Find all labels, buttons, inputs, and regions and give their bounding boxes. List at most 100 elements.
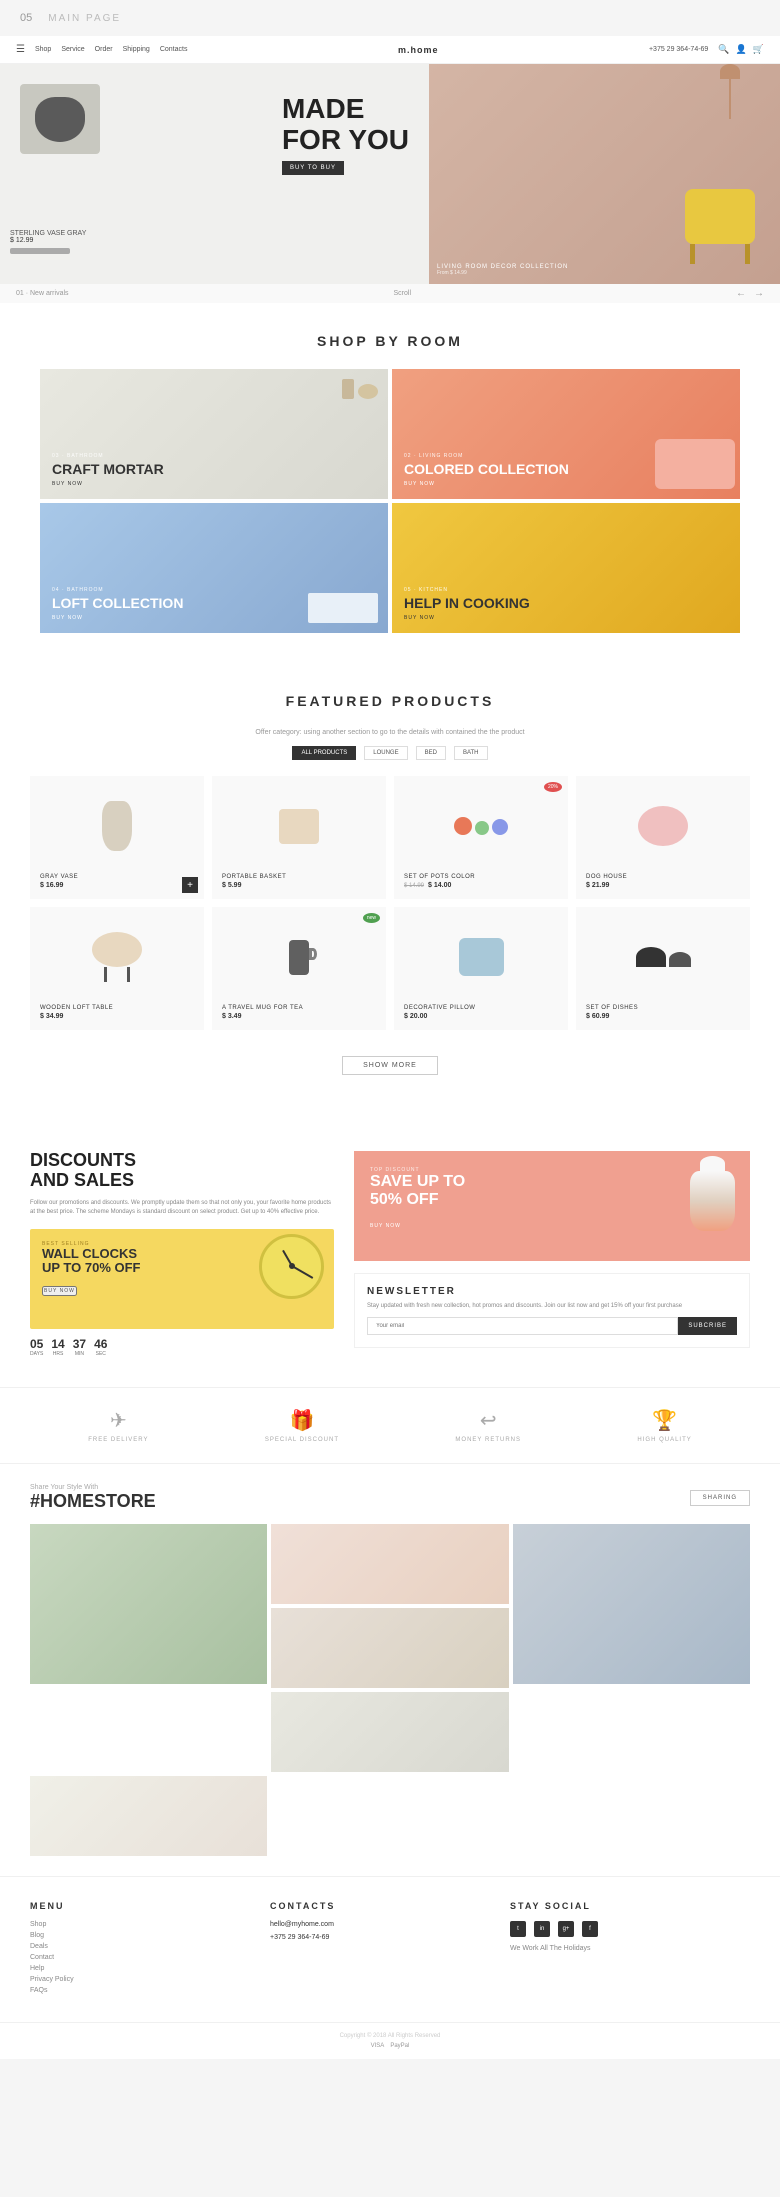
products-grid-row1: GRAY VASE $ 16.99 + PORTABLE BASKET $ 5.…	[30, 776, 750, 899]
show-more-button[interactable]: SHOW MORE	[342, 1056, 438, 1075]
navbar: ☰ Shop Service Order Shipping Contacts m…	[0, 36, 780, 64]
featured-tabs: ALL PRODUCTS LOUNGE BED BATH	[30, 746, 750, 760]
site-wrapper: ☰ Shop Service Order Shipping Contacts m…	[0, 36, 780, 2059]
footer-social: STAY SOCIAL t in g+ f We Work All The Ho…	[510, 1901, 750, 1998]
hamburger-icon[interactable]: ☰	[16, 44, 25, 55]
room-cta-cooking[interactable]: BUY NOW	[404, 615, 728, 621]
bowl-small	[669, 952, 691, 967]
footer-link-faqs[interactable]: FAQs	[30, 1987, 270, 1994]
footer-link-privacy[interactable]: Privacy Policy	[30, 1976, 270, 1983]
loft-table-deco	[308, 593, 378, 623]
chair-body	[685, 189, 755, 244]
room-card-colored[interactable]: 02 · Living Room COLORED COLLECTION BUY …	[392, 369, 740, 499]
hero-title: MADE FOR YOU	[282, 94, 409, 156]
search-icon[interactable]: 🔍	[718, 44, 729, 55]
facebook-icon[interactable]: f	[582, 1921, 598, 1937]
new-badge-mug: new	[363, 913, 380, 923]
payment-icons: VISA PayPal	[10, 2043, 770, 2049]
footer-link-shop[interactable]: Shop	[30, 1921, 270, 1928]
product-price-pillow: $ 20.00	[404, 1013, 558, 1020]
table-top	[92, 932, 142, 967]
add-to-cart-vase[interactable]: +	[182, 877, 198, 893]
newsletter-submit-button[interactable]: SUBCRIBE	[678, 1317, 737, 1335]
room-card-cooking[interactable]: 05 · Kitchen HELP IN COOKING BUY NOW	[392, 503, 740, 633]
account-icon[interactable]: 👤	[736, 44, 747, 55]
footer-link-deals[interactable]: Deals	[30, 1943, 270, 1950]
save-cta-button[interactable]: BUY NOW	[370, 1223, 401, 1229]
newsletter-input[interactable]	[367, 1317, 678, 1335]
nav-logo[interactable]: m.home	[398, 45, 439, 55]
pillow-shape	[459, 938, 504, 976]
features-bar: ✈ FREE DELIVERY 🎁 SPECIAL DISCOUNT ↩ MON…	[0, 1387, 780, 1464]
mug-group	[289, 940, 309, 975]
slider-scroll: Scroll	[394, 290, 412, 297]
hero-product-image	[20, 84, 100, 154]
room-title-craft: CRAFT MORTAR	[52, 462, 376, 477]
clock-hand-minute	[291, 1265, 313, 1279]
pot3	[492, 819, 508, 835]
paypal-icon: PayPal	[390, 2043, 409, 2049]
countdown-label-min: MIN	[75, 1351, 84, 1357]
cart-icon[interactable]: 🛒	[753, 44, 764, 55]
craft-vase-deco	[342, 379, 354, 399]
hero-chair	[670, 174, 770, 264]
discount-text: Follow our promotions and discounts. We …	[30, 1199, 334, 1217]
tab-lounge[interactable]: LOUNGE	[364, 746, 407, 760]
footer-link-blog[interactable]: Blog	[30, 1932, 270, 1939]
footer-link-help[interactable]: Help	[30, 1965, 270, 1972]
next-arrow[interactable]: →	[754, 288, 764, 299]
nav-link-shipping[interactable]: Shipping	[123, 46, 150, 53]
product-image-mug	[222, 917, 376, 997]
delivery-label: FREE DELIVERY	[88, 1437, 148, 1443]
product-card-pillow: DECORATIVE PILLOW $ 20.00	[394, 907, 568, 1030]
instagram-icon[interactable]: in	[534, 1921, 550, 1937]
pots-shape	[454, 817, 508, 835]
product-price-dogbed: $ 21.99	[586, 882, 740, 889]
product-card-basket: PORTABLE BASKET $ 5.99	[212, 776, 386, 899]
hero-cta-button[interactable]: BUY TO BUY	[282, 161, 344, 175]
dinnerware-shape	[636, 947, 691, 967]
tab-bed[interactable]: BED	[416, 746, 446, 760]
hero-lamp	[720, 64, 740, 119]
tab-all-products[interactable]: ALL PRODUCTS	[292, 746, 356, 760]
google-plus-icon[interactable]: g+	[558, 1921, 574, 1937]
basket-shape	[279, 809, 319, 844]
photo5	[271, 1692, 508, 1772]
nav-link-order[interactable]: Order	[95, 46, 113, 53]
nav-link-shop[interactable]: Shop	[35, 46, 51, 53]
wall-clock-cta-button[interactable]: BUY NOW	[42, 1286, 77, 1296]
hero-right-caption: LIVING ROOM DECOR COLLECTION From $ 14.9…	[437, 264, 568, 276]
footer-email: hello@myhome.com	[270, 1921, 510, 1928]
footer-link-contact[interactable]: Contact	[30, 1954, 270, 1961]
footer: MENU Shop Blog Deals Contact Help Privac…	[0, 1876, 780, 2022]
photo4	[513, 1524, 750, 1684]
room-cta-craft[interactable]: BUY NOW	[52, 481, 376, 487]
prev-arrow[interactable]: ←	[736, 288, 746, 299]
nav-link-service[interactable]: Service	[61, 46, 84, 53]
slider-arrows: ← →	[736, 288, 764, 299]
feature-returns: ↩ MONEY RETURNS	[455, 1408, 521, 1443]
twitter-icon[interactable]: t	[510, 1921, 526, 1937]
footer-phone: +375 29 364-74-69	[270, 1934, 510, 1941]
featured-section: FEATURED PRODUCTS Offer category: using …	[0, 663, 780, 1121]
save-title: SAVE UP TO50% OFF	[370, 1173, 734, 1208]
product-name-pots: SET OF POTS COLOR	[404, 874, 558, 880]
hashtag-share-button[interactable]: SHARING	[690, 1490, 750, 1506]
tab-bath[interactable]: BATH	[454, 746, 488, 760]
product-name-table: WOODEN LOFT TABLE	[40, 1005, 194, 1011]
lamp-cord	[729, 79, 731, 119]
hashtag-header: Share Your Style With #HOMESTORE SHARING	[30, 1484, 750, 1512]
footer-social-icons: t in g+ f	[510, 1921, 750, 1937]
product-shape	[35, 97, 85, 142]
featured-subtitle: Offer category: using another section to…	[30, 729, 750, 736]
product-price-table: $ 34.99	[40, 1013, 194, 1020]
pots-price-group: $ 14.99 $ 14.00	[404, 882, 558, 889]
room-card-craft[interactable]: 03 · Bathroom CRAFT MORTAR BUY NOW	[40, 369, 388, 499]
countdown-num-days: 05	[30, 1337, 43, 1351]
hero-background: LIVING ROOM DECOR COLLECTION From $ 14.9…	[429, 64, 780, 284]
product-image-vase	[40, 786, 194, 866]
room-card-loft[interactable]: 04 · Bathroom LOFT COLLECTION BUY NOW	[40, 503, 388, 633]
product-card-dogbed: DOG HOUSE $ 21.99	[576, 776, 750, 899]
pots-old-price: $ 14.99	[404, 883, 424, 889]
nav-link-contacts[interactable]: Contacts	[160, 46, 188, 53]
